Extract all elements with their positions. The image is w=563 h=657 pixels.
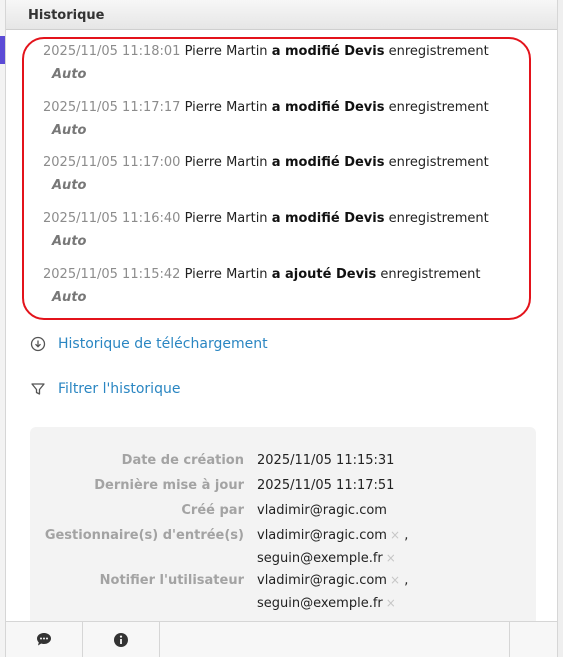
download-circle-icon xyxy=(30,336,46,352)
entry-timestamp: 2025/11/05 11:17:00 xyxy=(43,155,181,170)
comment-button[interactable] xyxy=(6,622,82,657)
remove-manager-icon[interactable]: × xyxy=(390,528,400,542)
entry-action: a modifié Devis xyxy=(271,211,385,226)
meta-created-value: 2025/11/05 11:15:31 xyxy=(257,453,395,468)
entry-user: Pierre Martin xyxy=(184,267,268,282)
history-entry: 2025/11/05 11:15:42 Pierre Martin a ajou… xyxy=(43,267,543,305)
entry-user: Pierre Martin xyxy=(184,100,268,115)
manager-email: seguin@exemple.fr xyxy=(257,551,383,566)
meta-updated-label: Dernière mise à jour xyxy=(94,478,244,493)
filter-history-link[interactable]: Filtrer l'historique xyxy=(30,381,180,397)
panel-footer xyxy=(6,621,557,657)
footer-divider xyxy=(159,622,160,657)
comment-icon xyxy=(37,633,51,646)
entry-source: Auto xyxy=(52,178,87,193)
meta-manager-value: vladimir@ragic.com × , xyxy=(257,528,408,543)
entry-tail: enregistrement xyxy=(388,211,489,226)
meta-notify-value: seguin@exemple.fr × xyxy=(257,596,396,611)
download-history-label[interactable]: Historique de téléchargement xyxy=(58,336,268,352)
meta-updated-value: 2025/11/05 11:17:51 xyxy=(257,478,395,493)
history-entry: 2025/11/05 11:17:17 Pierre Martin a modi… xyxy=(43,100,543,138)
info-icon xyxy=(114,632,128,647)
manager-email: vladimir@ragic.com xyxy=(257,528,387,543)
notify-email: vladimir@ragic.com xyxy=(257,573,387,588)
history-panel: Historique 2025/11/05 11:18:01 Pierre Ma… xyxy=(5,0,558,657)
entry-action: a modifié Devis xyxy=(271,44,385,59)
history-entry: 2025/11/05 11:16:40 Pierre Martin a modi… xyxy=(43,211,543,249)
meta-created-by-value: vladimir@ragic.com xyxy=(257,503,387,518)
filter-icon xyxy=(31,383,45,395)
entry-tail: enregistrement xyxy=(380,267,481,282)
history-entry: 2025/11/05 11:18:01 Pierre Martin a modi… xyxy=(43,44,543,82)
entry-tail: enregistrement xyxy=(388,100,489,115)
info-button[interactable] xyxy=(83,622,159,657)
entry-source: Auto xyxy=(52,67,87,82)
remove-notify-icon[interactable]: × xyxy=(390,573,400,587)
remove-manager-icon[interactable]: × xyxy=(386,551,396,565)
value-separator: , xyxy=(404,528,409,543)
entry-source: Auto xyxy=(52,290,87,305)
entry-timestamp: 2025/11/05 11:16:40 xyxy=(43,211,181,226)
entry-user: Pierre Martin xyxy=(184,211,268,226)
entry-user: Pierre Martin xyxy=(184,44,268,59)
entry-action: a modifié Devis xyxy=(271,100,385,115)
meta-created-label: Date de création xyxy=(121,453,244,468)
entry-action: a modifié Devis xyxy=(271,155,385,170)
panel-header: Historique xyxy=(6,0,557,30)
entry-source: Auto xyxy=(52,123,87,138)
history-entry: 2025/11/05 11:17:00 Pierre Martin a modi… xyxy=(43,155,543,193)
entry-action: a ajouté Devis xyxy=(271,267,377,282)
remove-notify-icon[interactable]: × xyxy=(386,596,396,610)
meta-manager-value: seguin@exemple.fr × xyxy=(257,551,396,566)
meta-notify-value: vladimir@ragic.com × , xyxy=(257,573,408,588)
entry-timestamp: 2025/11/05 11:15:42 xyxy=(43,267,181,282)
meta-managers-label: Gestionnaire(s) d'entrée(s) xyxy=(44,528,244,543)
panel-title: Historique xyxy=(28,8,105,23)
meta-notify-label: Notifier l'utilisateur xyxy=(99,573,244,588)
footer-divider xyxy=(509,622,510,657)
download-history-link[interactable]: Historique de téléchargement xyxy=(30,336,268,352)
value-separator: , xyxy=(404,573,409,588)
entry-timestamp: 2025/11/05 11:18:01 xyxy=(43,44,181,59)
record-metadata: Date de création 2025/11/05 11:15:31 Der… xyxy=(30,427,536,627)
meta-created-by-label: Créé par xyxy=(181,503,244,518)
entry-user: Pierre Martin xyxy=(184,155,268,170)
notify-email: seguin@exemple.fr xyxy=(257,596,383,611)
right-edge xyxy=(558,0,563,657)
entry-tail: enregistrement xyxy=(388,155,489,170)
filter-history-label[interactable]: Filtrer l'historique xyxy=(58,381,180,397)
entry-tail: enregistrement xyxy=(388,44,489,59)
entry-source: Auto xyxy=(52,234,87,249)
entry-timestamp: 2025/11/05 11:17:17 xyxy=(43,100,181,115)
